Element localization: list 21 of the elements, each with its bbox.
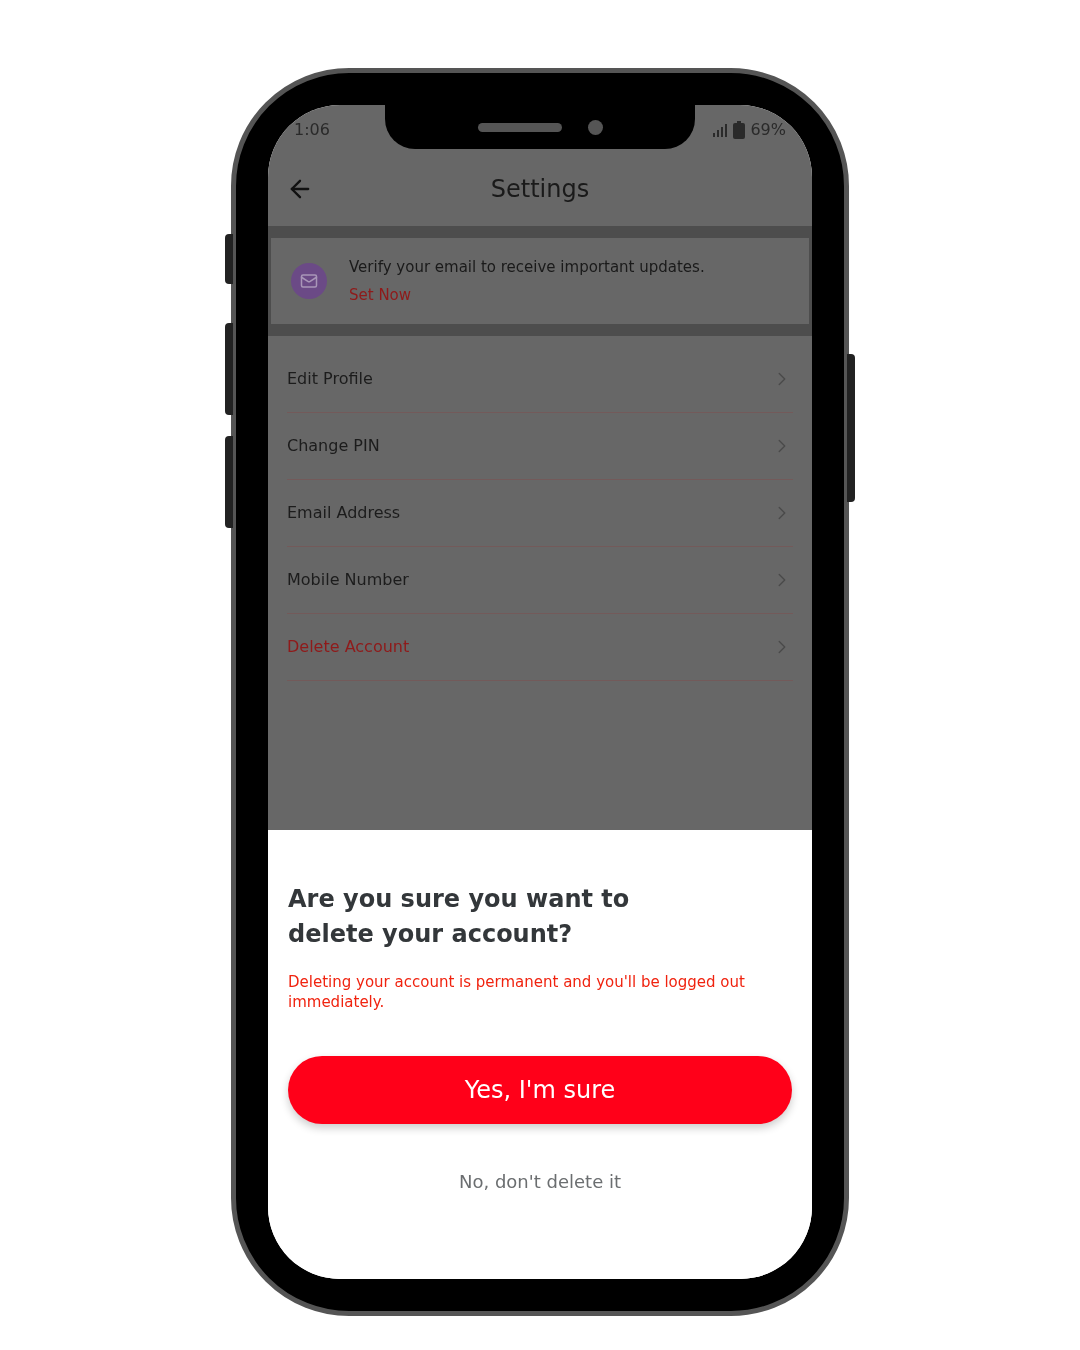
menu-item[interactable]: Change PIN [287, 413, 793, 480]
confirm-button[interactable]: Yes, I'm sure [288, 1056, 792, 1124]
menu-item[interactable]: Mobile Number [287, 547, 793, 614]
side-button[interactable] [225, 436, 233, 528]
menu-item[interactable]: Delete Account [287, 614, 793, 681]
cancel-button[interactable]: No, don't delete it [459, 1168, 621, 1195]
dialog-title: Are you sure you want to delete your account? [288, 884, 631, 950]
side-button[interactable] [225, 234, 233, 284]
mail-icon [291, 263, 327, 299]
set-now-link[interactable]: Set Now [349, 284, 705, 307]
battery-icon [733, 121, 746, 139]
side-button[interactable] [225, 323, 233, 415]
signal-icon [712, 123, 729, 137]
warning-text: Deleting your account is permanent and you'll be logged out immediately. [288, 972, 746, 1012]
status-time: 1:06 [294, 119, 330, 141]
banner-message: Verify your email to receive important updates. [349, 256, 705, 278]
menu-item[interactable]: Edit Profile [287, 346, 793, 413]
screen-title: Settings [490, 173, 590, 205]
side-button[interactable] [847, 354, 855, 502]
battery-percentage: 69% [750, 119, 786, 141]
menu-item[interactable]: Email Address [287, 480, 793, 547]
